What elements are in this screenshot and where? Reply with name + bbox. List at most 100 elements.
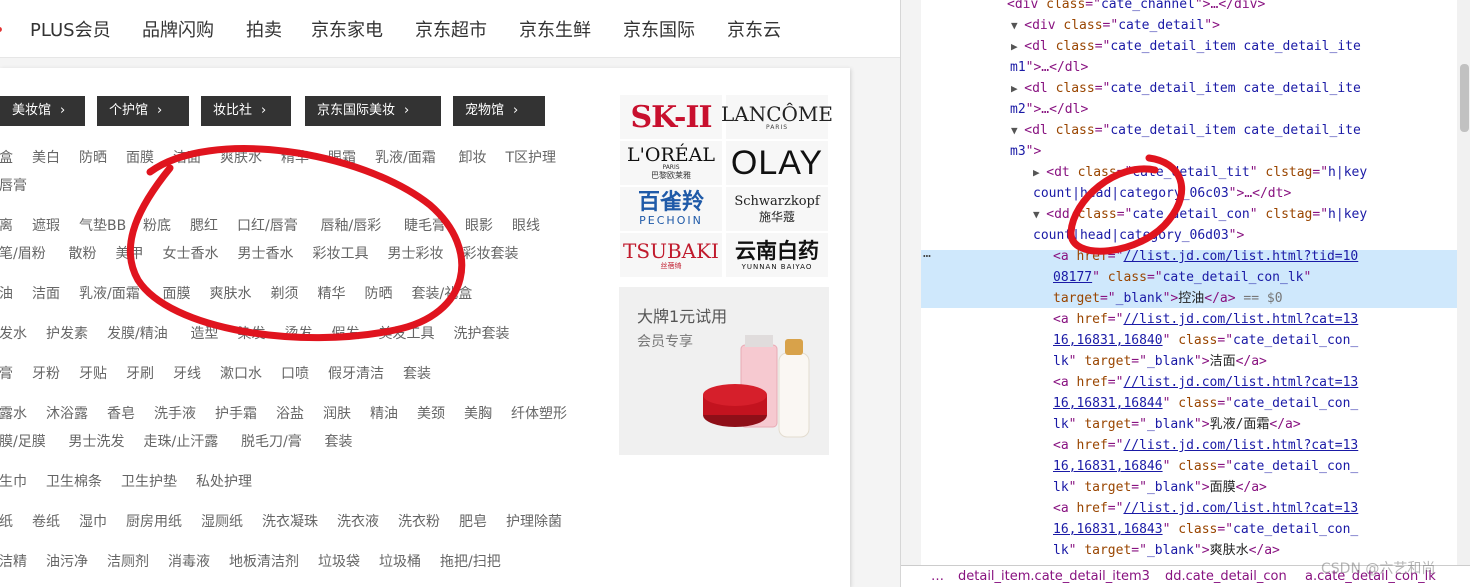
category-link[interactable]: 离 [0, 215, 13, 237]
category-link[interactable]: 美甲 [116, 243, 144, 265]
category-link[interactable]: 护手霜 [215, 403, 257, 425]
channel-tab-4[interactable]: 宠物馆 › [453, 96, 545, 126]
category-link[interactable]: 牙刷 [126, 363, 154, 385]
category-link[interactable]: 睫毛膏 [404, 215, 446, 237]
category-link[interactable]: 面膜 [163, 283, 191, 305]
category-link[interactable]: 护理除菌 [506, 511, 562, 533]
category-link[interactable]: 套装 [325, 431, 353, 453]
dom-node-line[interactable]: ▶ <dl class="cate_detail_item cate_detai… [1011, 36, 1361, 57]
caret-down-icon[interactable]: ▼ [1011, 124, 1024, 137]
category-link[interactable]: 沐浴露 [46, 403, 88, 425]
category-link[interactable]: 湿厕纸 [201, 511, 243, 533]
dom-node-line[interactable]: 16,16831,16840" class="cate_detail_con_ [1053, 330, 1358, 351]
dom-node-line[interactable]: lk" target="_blank">乳液/面霜</a> [1053, 414, 1301, 435]
category-link[interactable]: 套装 [403, 363, 431, 385]
dom-node-line[interactable]: m1">…</dl> [1010, 57, 1088, 78]
category-link[interactable]: 眼霜 [328, 147, 356, 169]
dom-token-link[interactable]: 08177 [1053, 270, 1092, 285]
dom-node-line[interactable]: <div class="cate_channel">…</div> [1007, 0, 1265, 15]
category-link[interactable]: 美颈 [417, 403, 445, 425]
dom-node-line[interactable]: 08177" class="cate_detail_con_lk" [1053, 267, 1311, 288]
category-link[interactable]: 假发 [332, 323, 360, 345]
breadcrumb-dd[interactable]: dd.cate_detail_con [1165, 566, 1287, 587]
brand-yunnan[interactable]: 云南白药 YUNNAN BAIYAO [726, 233, 828, 277]
category-link[interactable]: 生巾 [0, 471, 27, 493]
category-link[interactable]: 洁面 [173, 147, 201, 169]
dom-node-line[interactable]: <a href="//list.jd.com/list.html?tid=10 [1053, 246, 1358, 267]
dom-node-line[interactable]: ▼ <dd class="cate_detail_con" clstag="h|… [1033, 204, 1367, 225]
nav-item-flash[interactable]: 品牌闪购 [142, 18, 214, 44]
channel-tab-3[interactable]: 京东国际美妆 › [305, 96, 441, 126]
category-link[interactable]: 美发工具 [379, 323, 435, 345]
category-link[interactable]: 女士香水 [163, 243, 219, 265]
category-link[interactable]: 眼线 [512, 215, 540, 237]
category-link[interactable]: 面膜 [126, 147, 154, 169]
category-link[interactable]: 油污净 [46, 551, 88, 573]
channel-tab-2[interactable]: 妆比社 › [201, 96, 291, 126]
promo-trial-banner[interactable]: 大牌1元试用 会员专享 [619, 287, 829, 455]
dom-token-link[interactable]: //list.jd.com/list.html?tid=10 [1123, 249, 1358, 264]
dom-token-link[interactable]: 16,16831,16840 [1053, 333, 1163, 348]
devtools-scroll-thumb[interactable] [1460, 64, 1469, 132]
category-link[interactable]: 防晒 [365, 283, 393, 305]
category-link[interactable]: 洗手液 [154, 403, 196, 425]
category-link[interactable]: 美胸 [464, 403, 492, 425]
dom-token-link[interactable]: 16,16831,16843 [1053, 522, 1163, 537]
category-link[interactable]: 卸妆 [459, 147, 487, 169]
category-link[interactable]: 脱毛刀/膏 [241, 431, 302, 453]
category-link[interactable]: 精华 [281, 147, 309, 169]
nav-item-market[interactable]: 京东超市 [415, 18, 487, 44]
dom-node-line[interactable]: ▼ <dl class="cate_detail_item cate_detai… [1011, 120, 1361, 141]
breadcrumb-ellipsis[interactable]: … [931, 566, 944, 587]
dom-node-line[interactable]: ▼ <div class="cate_detail"> [1011, 15, 1220, 36]
category-link[interactable]: 粉底 [143, 215, 171, 237]
category-link[interactable]: 洗护套装 [454, 323, 510, 345]
category-link[interactable]: 盒 [0, 147, 13, 169]
category-link[interactable]: 肥皂 [459, 511, 487, 533]
category-link[interactable]: 拖把/扫把 [440, 551, 501, 573]
nav-item-appliance[interactable]: 京东家电 [311, 18, 383, 44]
nav-item-fresh[interactable]: 京东生鲜 [519, 18, 591, 44]
category-link[interactable]: 护发素 [46, 323, 88, 345]
category-link[interactable]: 美白 [32, 147, 60, 169]
category-link[interactable]: 彩妆套装 [463, 243, 519, 265]
category-link[interactable]: 膜/足膜 [0, 431, 46, 453]
category-link[interactable]: 香皂 [107, 403, 135, 425]
category-link[interactable]: 垃圾袋 [318, 551, 360, 573]
nav-item-auction[interactable]: 拍卖 [246, 18, 282, 44]
dom-node-line[interactable]: 16,16831,16843" class="cate_detail_con_ [1053, 519, 1358, 540]
caret-down-icon[interactable]: ▼ [1033, 208, 1046, 221]
category-link[interactable]: 牙贴 [79, 363, 107, 385]
category-link[interactable]: 套装/礼盒 [412, 283, 473, 305]
category-link[interactable]: 男士香水 [238, 243, 294, 265]
category-link[interactable]: 浴盐 [276, 403, 304, 425]
category-link[interactable]: 腮红 [190, 215, 218, 237]
category-link[interactable]: 发水 [0, 323, 27, 345]
category-link[interactable]: 地板清洁剂 [229, 551, 299, 573]
category-link[interactable]: 乳液/面霜 [79, 283, 140, 305]
category-link[interactable]: 洁面 [32, 283, 60, 305]
category-link[interactable]: 爽肤水 [220, 147, 262, 169]
caret-right-icon[interactable]: ▶ [1011, 40, 1024, 53]
breadcrumb-dl[interactable]: detail_item.cate_detail_item3 [958, 566, 1150, 587]
brand-skii[interactable]: SK-II [620, 95, 722, 139]
dom-token-link[interactable]: 16,16831,16844 [1053, 396, 1163, 411]
dom-token-link[interactable]: //list.jd.com/list.html?cat=13 [1123, 438, 1358, 453]
category-link[interactable]: 私处护理 [196, 471, 252, 493]
nav-item-global[interactable]: 京东国际 [623, 18, 695, 44]
brand-lancome[interactable]: LANCÔME PARIS [721, 95, 833, 139]
category-link[interactable]: 男士彩妆 [388, 243, 444, 265]
category-link[interactable]: 纤体塑形 [511, 403, 567, 425]
dom-node-line[interactable]: 16,16831,16846" class="cate_detail_con_ [1053, 456, 1358, 477]
category-link[interactable]: 精油 [370, 403, 398, 425]
brand-pechoin[interactable]: 百雀羚 PECHOIN [620, 187, 722, 231]
category-link[interactable]: 发膜/精油 [107, 323, 168, 345]
category-link[interactable]: 纸 [0, 511, 13, 533]
dom-node-line[interactable]: m3"> [1010, 141, 1041, 162]
dom-node-line[interactable]: ▶ <dt class="cate_detail_tit" clstag="h|… [1033, 162, 1367, 183]
category-link[interactable]: 洁精 [0, 551, 27, 573]
category-link[interactable]: 遮瑕 [32, 215, 60, 237]
category-link[interactable]: 厨房用纸 [126, 511, 182, 533]
category-link[interactable]: 唇釉/唇彩 [321, 215, 382, 237]
category-link[interactable]: 气垫BB [79, 215, 126, 237]
